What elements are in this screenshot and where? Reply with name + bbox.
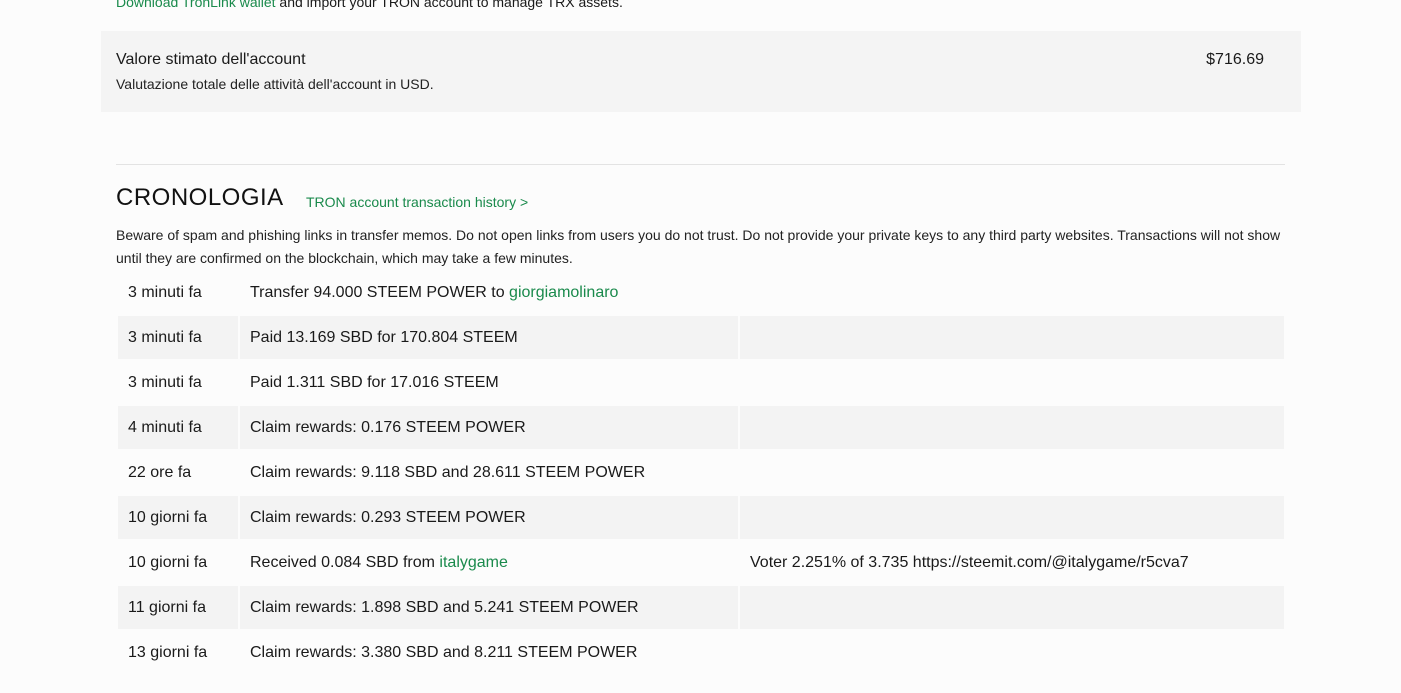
transaction-operation: Paid 1.311 SBD for 17.016 STEEM — [240, 361, 738, 404]
transaction-operation: Paid 13.169 SBD for 170.804 STEEM — [240, 316, 738, 359]
transaction-memo: Voter 2.251% of 3.735 https://steemit.co… — [750, 553, 1189, 571]
table-row: 3 minuti fa Transfer 94.000 STEEM POWER t… — [118, 271, 1284, 314]
table-row: 10 giorni fa Received 0.084 SBD from ital… — [118, 541, 1284, 584]
estimated-value-title: Valore stimato dell'account — [116, 51, 306, 68]
transaction-time: 3 minuti fa — [128, 283, 202, 301]
table-row: 4 minuti fa Claim rewards: 0.176 STEEM PO… — [118, 406, 1284, 449]
operation-text: Transfer 94.000 STEEM POWER to — [250, 283, 510, 301]
operation-text: Claim rewards: 3.380 SBD and 8.211 STEEM… — [250, 643, 638, 661]
transaction-memo — [740, 586, 1284, 629]
tronlink-note: Download TronLink wallet and import your… — [116, 0, 623, 10]
table-row: 11 giorni fa Claim rewards: 1.898 SBD and… — [118, 586, 1284, 629]
table-row: 13 giorni fa Claim rewards: 3.380 SBD and… — [118, 631, 1284, 674]
wallet-page: Download TronLink wallet and import your… — [0, 0, 1401, 693]
transaction-time: 13 giorni fa — [128, 643, 208, 661]
operation-text: Paid 13.169 SBD for 170.804 STEEM — [250, 328, 518, 346]
section-divider — [116, 164, 1285, 165]
operation-text: Received 0.084 SBD from — [250, 553, 440, 571]
transaction-time: 3 minuti fa — [118, 316, 238, 359]
account-link[interactable]: italygame — [439, 554, 507, 571]
tronlink-download-link[interactable]: Download TronLink wallet — [116, 0, 276, 10]
transaction-time: 3 minuti fa — [128, 373, 202, 391]
history-heading: CRONOLOGIA — [116, 184, 284, 211]
account-link[interactable]: giorgiamolinaro — [509, 284, 618, 301]
transaction-memo — [740, 406, 1284, 449]
transaction-memo — [740, 631, 1284, 674]
transaction-operation: Received 0.084 SBD from italygame — [240, 541, 738, 584]
phishing-warning: Beware of spam and phishing links in tra… — [116, 227, 1281, 266]
transaction-history-table: 3 minuti fa Transfer 94.000 STEEM POWER t… — [116, 269, 1286, 676]
operation-text: Claim rewards: 0.176 STEEM POWER — [250, 418, 526, 436]
transaction-time: 11 giorni fa — [118, 586, 238, 629]
transaction-memo — [740, 271, 1284, 314]
transaction-memo — [740, 316, 1284, 359]
tronlink-note-text: and import your TRON account to manage T… — [275, 0, 623, 10]
transaction-operation: Claim rewards: 0.176 STEEM POWER — [240, 406, 738, 449]
transaction-operation: Claim rewards: 9.118 SBD and 28.611 STEE… — [240, 451, 738, 494]
transaction-memo — [740, 496, 1284, 539]
table-row: 22 ore fa Claim rewards: 9.118 SBD and 28… — [118, 451, 1284, 494]
estimated-value-subtitle: Valutazione totale delle attività dell'a… — [116, 76, 434, 92]
estimated-value-panel: Valore stimato dell'account Valutazione … — [101, 31, 1301, 112]
transaction-operation: Claim rewards: 3.380 SBD and 8.211 STEEM… — [240, 631, 738, 674]
estimated-value-amount: $716.69 — [1206, 51, 1264, 68]
transaction-operation: Claim rewards: 1.898 SBD and 5.241 STEEM… — [240, 586, 738, 629]
transaction-memo — [740, 451, 1284, 494]
table-row: 3 minuti fa Paid 1.311 SBD for 17.016 STE… — [118, 361, 1284, 404]
operation-text: Paid 1.311 SBD for 17.016 STEEM — [250, 373, 499, 391]
transaction-time: 22 ore fa — [128, 463, 192, 481]
tron-history-link[interactable]: TRON account transaction history > — [306, 194, 528, 210]
operation-text: Claim rewards: 0.293 STEEM POWER — [250, 508, 526, 526]
transaction-memo — [740, 361, 1284, 404]
table-row: 3 minuti fa Paid 13.169 SBD for 170.804 S… — [118, 316, 1284, 359]
transaction-time: 4 minuti fa — [118, 406, 238, 449]
transaction-time: 10 giorni fa — [118, 496, 238, 539]
table-row: 10 giorni fa Claim rewards: 0.293 STEEM P… — [118, 496, 1284, 539]
transaction-operation: Transfer 94.000 STEEM POWER to giorgiamo… — [240, 271, 738, 314]
transaction-operation: Claim rewards: 0.293 STEEM POWER — [240, 496, 738, 539]
operation-text: Claim rewards: 9.118 SBD and 28.611 STEE… — [250, 463, 646, 481]
transaction-time: 10 giorni fa — [128, 553, 208, 571]
operation-text: Claim rewards: 1.898 SBD and 5.241 STEEM… — [250, 598, 639, 616]
